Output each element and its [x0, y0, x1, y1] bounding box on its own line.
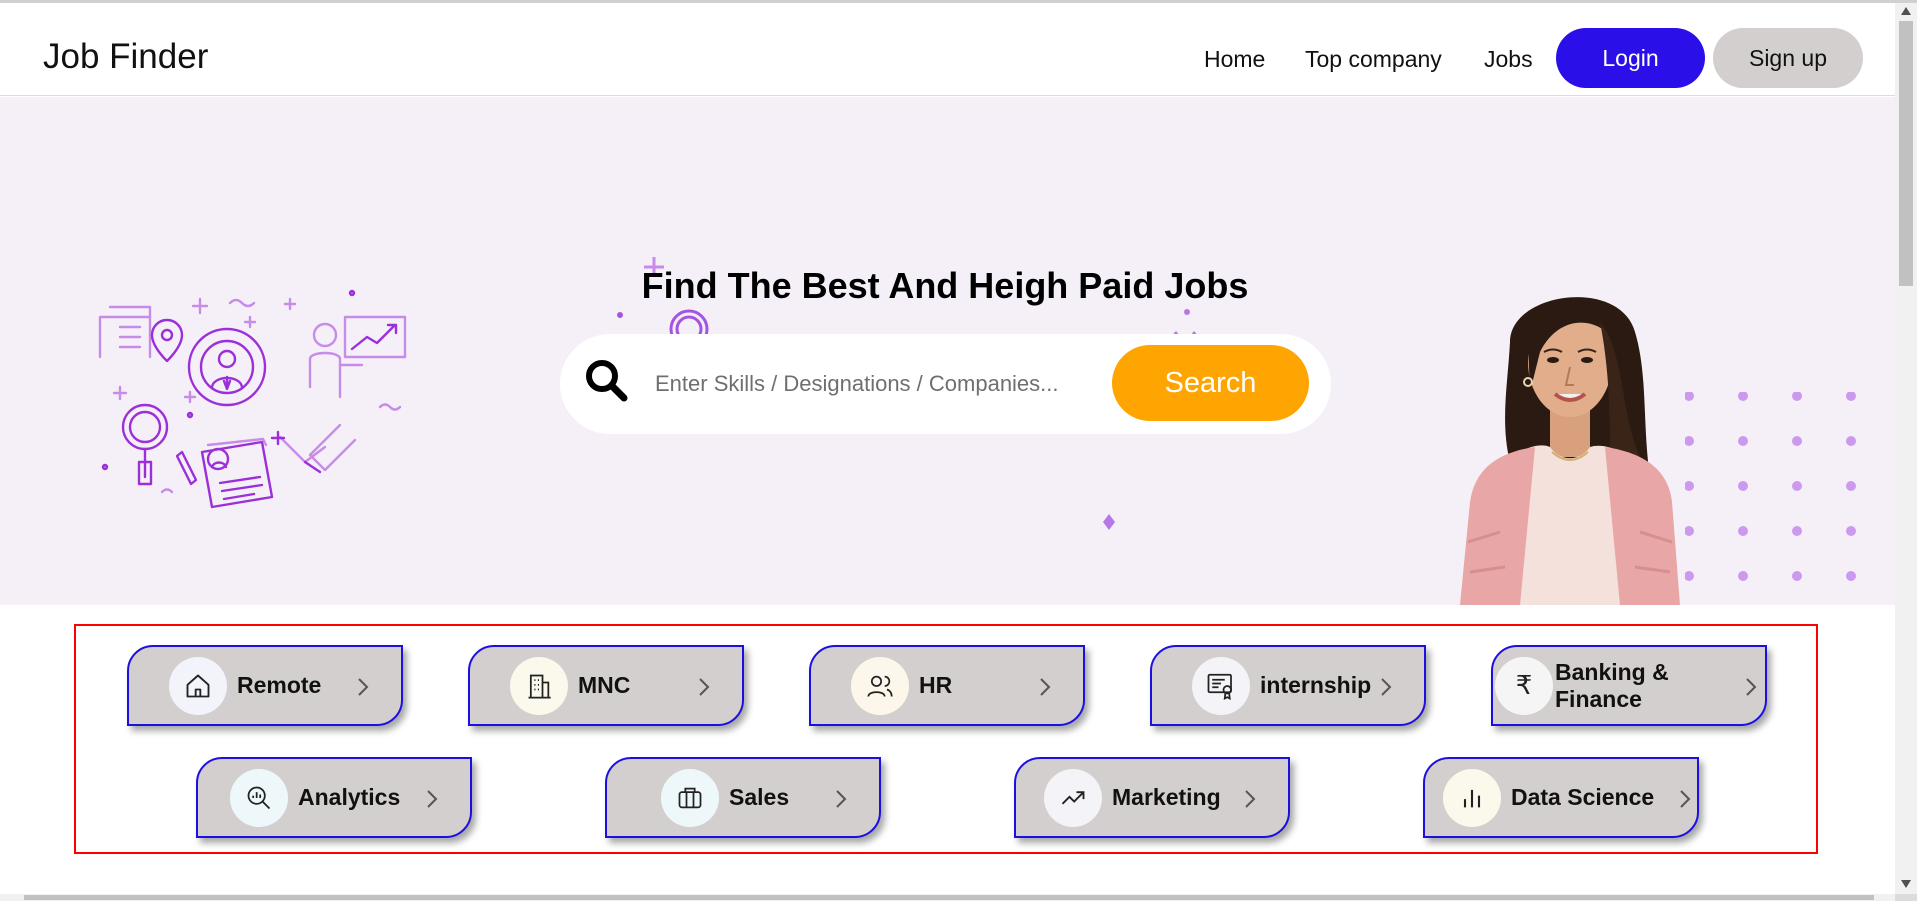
chevron-right-icon: [836, 790, 847, 808]
category-chip-banking-finance[interactable]: ₹ Banking & Finance: [1491, 645, 1767, 726]
nav-top-company-link[interactable]: Top company: [1305, 46, 1442, 73]
vertical-scrollbar[interactable]: [1895, 3, 1917, 894]
category-chip-hr[interactable]: HR: [809, 645, 1085, 726]
category-label: Marketing: [1112, 784, 1221, 810]
dot-grid-decoration: [1685, 392, 1856, 581]
search-box: Search: [560, 334, 1331, 434]
bar-chart-icon: [1443, 769, 1501, 827]
signup-button[interactable]: Sign up: [1713, 28, 1863, 88]
category-chip-internship[interactable]: internship: [1150, 645, 1426, 726]
category-label: internship: [1260, 672, 1372, 698]
scroll-down-arrow-icon[interactable]: [1901, 880, 1911, 888]
nav-home-link[interactable]: Home: [1204, 46, 1265, 73]
category-label: Banking & Finance: [1555, 658, 1669, 712]
rupee-icon: ₹: [1495, 657, 1553, 715]
navbar: Job Finder Home Top company Jobs Login S…: [0, 3, 1895, 96]
building-icon: [510, 657, 568, 715]
chevron-right-icon: [699, 678, 710, 696]
scrollbar-corner: [1895, 894, 1917, 901]
search-icon[interactable]: [582, 356, 632, 406]
recruitment-illustration: [98, 289, 407, 509]
category-chip-mnc[interactable]: MNC: [468, 645, 744, 726]
chevron-right-icon: [1245, 790, 1256, 808]
hero-section: Find The Best And Heigh Paid Jobs Search: [0, 97, 1895, 605]
category-section: Remote MNC HR internship ₹ Banking & Fin…: [74, 624, 1818, 854]
chevron-right-icon: [358, 678, 369, 696]
chevron-right-icon: [427, 790, 438, 808]
category-label: HR: [919, 672, 953, 698]
vertical-scrollbar-thumb[interactable]: [1899, 21, 1913, 286]
users-icon: [851, 657, 909, 715]
search-input[interactable]: [655, 362, 1095, 406]
certificate-icon: [1192, 657, 1250, 715]
category-chip-data-science[interactable]: Data Science: [1423, 757, 1699, 838]
chevron-right-icon: [1040, 678, 1051, 696]
analytics-icon: [230, 769, 288, 827]
home-icon: [169, 657, 227, 715]
category-label: Remote: [237, 672, 322, 698]
category-chip-marketing[interactable]: Marketing: [1014, 757, 1290, 838]
horizontal-scrollbar[interactable]: [0, 894, 1895, 901]
page: Job Finder Home Top company Jobs Login S…: [0, 3, 1895, 894]
category-label: Sales: [729, 784, 790, 810]
category-chip-sales[interactable]: Sales: [605, 757, 881, 838]
hero-woman-photo: [1460, 297, 1680, 605]
chevron-right-icon: [1381, 678, 1392, 696]
search-button[interactable]: Search: [1112, 345, 1309, 421]
horizontal-scrollbar-thumb[interactable]: [24, 895, 1874, 900]
briefcase-icon: [661, 769, 719, 827]
chevron-right-icon: [1746, 678, 1757, 696]
category-label: MNC: [578, 672, 631, 698]
category-chip-analytics[interactable]: Analytics: [196, 757, 472, 838]
trend-up-icon: [1044, 769, 1102, 827]
category-label: Analytics: [298, 784, 401, 810]
category-chip-remote[interactable]: Remote: [127, 645, 403, 726]
nav-jobs-link[interactable]: Jobs: [1484, 46, 1533, 73]
login-button[interactable]: Login: [1556, 28, 1705, 88]
brand-logo[interactable]: Job Finder: [43, 37, 208, 77]
scroll-up-arrow-icon[interactable]: [1901, 7, 1911, 15]
chevron-right-icon: [1680, 790, 1691, 808]
category-label: Data Science: [1511, 784, 1655, 810]
